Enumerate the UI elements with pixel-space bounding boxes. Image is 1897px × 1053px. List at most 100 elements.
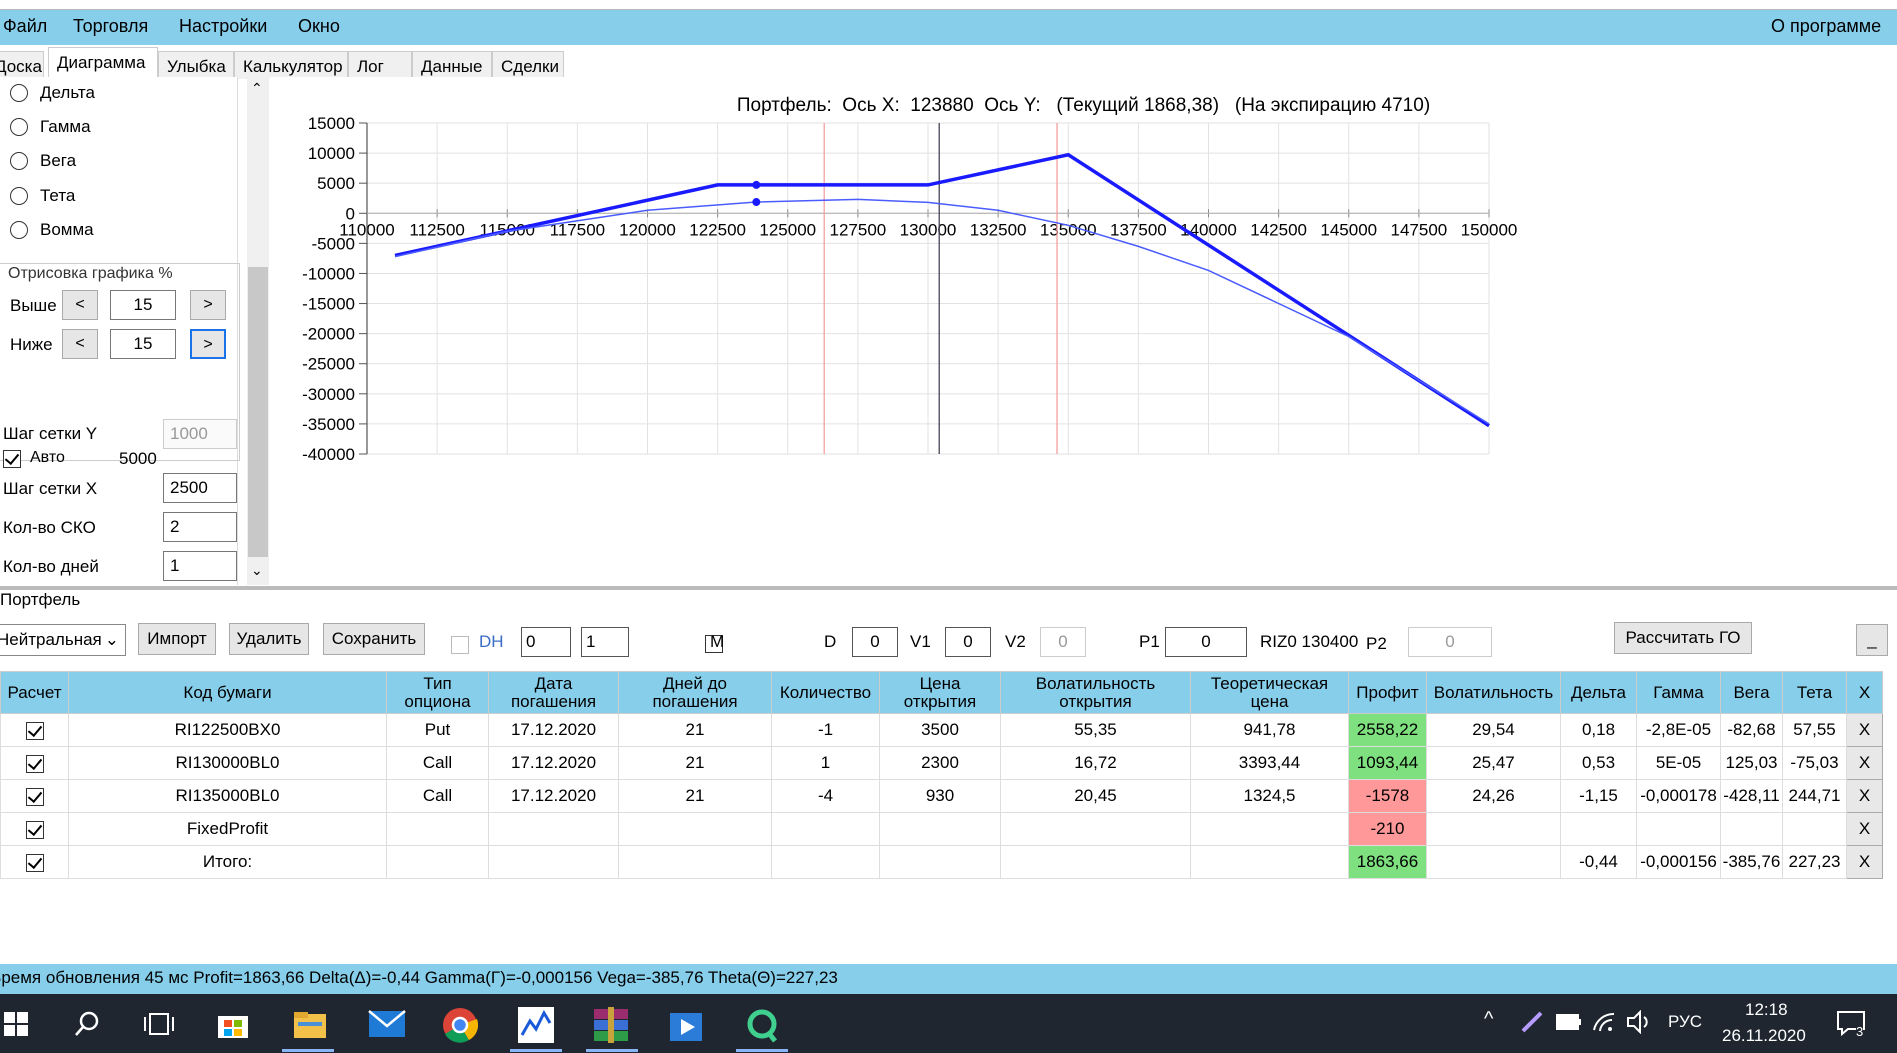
scroll-down-icon[interactable]: ⌄: [251, 562, 263, 579]
windows-start-icon[interactable]: [4, 1012, 28, 1036]
splitter[interactable]: [0, 586, 1897, 590]
col-theta[interactable]: Тета: [1782, 671, 1847, 714]
step-x-input[interactable]: 2500: [163, 473, 237, 503]
cell-profit: 1863,66: [1348, 845, 1427, 879]
chrome-icon[interactable]: [442, 1007, 478, 1043]
table-row[interactable]: RI122500BX0 Put 17.12.2020 21 -1 3500 55,35 941…: [0, 713, 1883, 747]
mail-icon[interactable]: [368, 1010, 406, 1038]
dh-checkbox[interactable]: [451, 636, 469, 655]
calc-go-button[interactable]: Рассчитать ГО: [1614, 622, 1752, 654]
row-calc-checkbox[interactable]: [25, 754, 44, 773]
below-decrease-button[interactable]: <: [62, 329, 98, 359]
scroll-up-icon[interactable]: ⌃: [251, 80, 263, 97]
settings-scrollbar[interactable]: ⌃ ⌄: [247, 77, 269, 585]
mode-select[interactable]: Нейтральная ⌄: [0, 624, 126, 656]
col-profit[interactable]: Профит: [1348, 671, 1427, 714]
task-view-icon[interactable]: [144, 1011, 174, 1037]
table-row[interactable]: RI130000BL0 Call 17.12.2020 21 1 2300 16,72 339…: [0, 746, 1883, 780]
minimize-button[interactable]: _: [1856, 624, 1888, 656]
radio-vomma[interactable]: Вомма: [10, 218, 210, 244]
clock-time[interactable]: 12:18: [1745, 1000, 1788, 1020]
col-code[interactable]: Код бумаги: [68, 671, 387, 714]
col-gamma[interactable]: Гамма: [1636, 671, 1721, 714]
import-button[interactable]: Импорт: [138, 623, 216, 655]
col-theo[interactable]: Теоретическая цена: [1190, 671, 1349, 714]
row-calc-checkbox[interactable]: [25, 853, 44, 872]
menu-settings[interactable]: Настройки: [179, 16, 267, 37]
menu-window[interactable]: Окно: [298, 16, 340, 37]
row-delete-button[interactable]: X: [1846, 779, 1883, 813]
media-player-icon[interactable]: [668, 1007, 704, 1043]
row-calc-checkbox[interactable]: [25, 787, 44, 806]
below-value[interactable]: 15: [110, 329, 176, 359]
radio-gamma[interactable]: Гамма: [10, 115, 210, 141]
search-icon[interactable]: [74, 1010, 102, 1038]
chart-app-icon[interactable]: [518, 1007, 554, 1043]
radio-theta[interactable]: Тета: [10, 184, 210, 210]
row-delete-button[interactable]: X: [1846, 845, 1883, 879]
step-y-input[interactable]: 1000: [163, 419, 237, 449]
d-input[interactable]: 0: [852, 627, 898, 657]
tray-chevron-up-icon[interactable]: ^: [1484, 1008, 1493, 1031]
delete-button[interactable]: Удалить: [229, 623, 309, 655]
row-delete-button[interactable]: X: [1846, 812, 1883, 846]
above-increase-button[interactable]: >: [190, 290, 226, 320]
battery-icon[interactable]: [1556, 1013, 1582, 1031]
p1-input[interactable]: 0: [1165, 627, 1247, 657]
scroll-thumb[interactable]: [248, 267, 268, 557]
menu-file[interactable]: Файл: [3, 16, 47, 37]
dh-param2-spin[interactable]: 1: [581, 627, 629, 657]
table-row[interactable]: FixedProfit -210 X: [0, 812, 1883, 846]
col-vega[interactable]: Вега: [1720, 671, 1783, 714]
language-indicator[interactable]: РУС: [1668, 1012, 1702, 1032]
v2-input[interactable]: 0: [1040, 627, 1086, 657]
radio-vega[interactable]: Вега: [10, 149, 210, 175]
row-calc-checkbox[interactable]: [25, 721, 44, 740]
dh-param1-spin[interactable]: 0: [521, 627, 571, 657]
col-calc[interactable]: Расчет: [0, 671, 69, 714]
above-value[interactable]: 15: [110, 290, 176, 320]
tab-data[interactable]: Данные: [412, 51, 492, 79]
radio-delta[interactable]: Дельта: [10, 81, 210, 107]
col-vol[interactable]: Волатильность: [1426, 671, 1561, 714]
pen-icon[interactable]: [1520, 1010, 1544, 1034]
p2-input[interactable]: 0: [1408, 627, 1492, 657]
auto-checkbox[interactable]: [3, 450, 21, 468]
table-row[interactable]: RI135000BL0 Call 17.12.2020 21 -4 930 20,45 132…: [0, 779, 1883, 813]
menu-about[interactable]: О программе: [1771, 16, 1881, 37]
col-date[interactable]: Дата погашения: [488, 671, 619, 714]
days-input[interactable]: 1: [163, 551, 237, 581]
tab-board[interactable]: Доска: [0, 51, 44, 79]
above-decrease-button[interactable]: <: [62, 290, 98, 320]
col-open-price[interactable]: Цена открытия: [879, 671, 1001, 714]
wifi-icon[interactable]: [1592, 1010, 1616, 1034]
volume-icon[interactable]: [1626, 1010, 1652, 1034]
row-delete-button[interactable]: X: [1846, 713, 1883, 747]
quik-icon[interactable]: [744, 1006, 780, 1044]
col-x[interactable]: X: [1846, 671, 1883, 714]
clock-date[interactable]: 26.11.2020: [1722, 1026, 1806, 1046]
archiver-icon[interactable]: [592, 1007, 630, 1043]
v1-input[interactable]: 0: [945, 627, 991, 657]
tab-log[interactable]: Лог: [348, 51, 412, 79]
cell-type: Put: [386, 713, 489, 747]
col-open-vol[interactable]: Волатильность открытия: [1000, 671, 1191, 714]
cell-theta: 227,23: [1782, 845, 1847, 879]
col-type[interactable]: Тип опциона: [386, 671, 489, 714]
menu-trading[interactable]: Торговля: [73, 16, 148, 37]
table-row[interactable]: Итого: 1863,66 -0,44 -0,000156 -385,76 227,23…: [0, 845, 1883, 879]
tab-diagram[interactable]: Диаграмма: [48, 47, 158, 79]
row-delete-button[interactable]: X: [1846, 746, 1883, 780]
tab-deals[interactable]: Сделки: [492, 51, 564, 79]
tab-smile[interactable]: Улыбка: [158, 51, 234, 79]
sko-input[interactable]: 2: [163, 512, 237, 542]
file-explorer-icon[interactable]: [292, 1008, 328, 1040]
store-icon[interactable]: [216, 1008, 250, 1040]
tab-calculator[interactable]: Калькулятор: [234, 51, 348, 79]
col-days[interactable]: Дней до погашения: [618, 671, 772, 714]
row-calc-checkbox[interactable]: [25, 820, 44, 839]
col-qty[interactable]: Количество: [771, 671, 880, 714]
save-button[interactable]: Сохранить: [323, 623, 425, 655]
col-delta[interactable]: Дельта: [1560, 671, 1637, 714]
below-increase-button[interactable]: >: [190, 329, 226, 359]
